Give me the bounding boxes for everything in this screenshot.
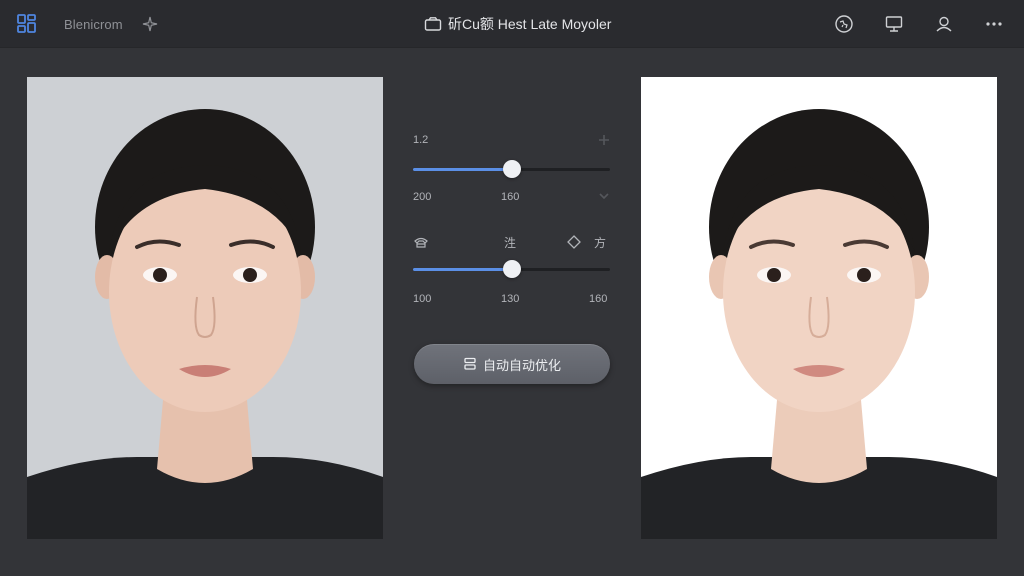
- top-bar: Blenicrom 斫Cu额 Hest Late Moyoler: [0, 0, 1024, 48]
- chevron-down-icon[interactable]: [596, 188, 612, 204]
- row2-mid-label: 泩: [504, 236, 517, 250]
- auto-optimize-label: 自动自动优化: [482, 358, 561, 374]
- monitor-icon[interactable]: [882, 12, 906, 36]
- slider1-mid-label: 160: [501, 191, 520, 203]
- stack-icon: [463, 357, 477, 371]
- plus-icon[interactable]: [596, 132, 612, 148]
- adjustment-panel: 1.2 200 160 泩 方 100 130 160 自动自动优化: [400, 96, 624, 396]
- slider-2-thumb[interactable]: [502, 260, 521, 278]
- slider2-min-label: 100: [413, 293, 432, 305]
- user-icon[interactable]: [932, 12, 956, 36]
- globe-icon[interactable]: [832, 12, 856, 36]
- auto-optimize-button[interactable]: 自动自动优化: [414, 344, 610, 384]
- slider-2-fill: [413, 268, 512, 271]
- slider2-mid-label: 130: [501, 293, 520, 305]
- slider2-max-label: 160: [589, 293, 608, 305]
- diamond-icon[interactable]: [566, 234, 582, 250]
- slider-1-fill: [413, 168, 512, 171]
- more-icon[interactable]: [982, 12, 1006, 36]
- slider-1[interactable]: [413, 160, 610, 178]
- phone-icon[interactable]: [413, 234, 429, 250]
- original-photo: [27, 77, 383, 539]
- slider1-min-label: 200: [413, 191, 432, 203]
- slider-1-thumb[interactable]: [502, 160, 521, 178]
- result-photo: [641, 77, 997, 539]
- row2-right-label: 方: [594, 236, 607, 250]
- slider1-top-label: 1.2: [413, 134, 429, 146]
- top-bar-right: [0, 12, 1024, 36]
- slider-2[interactable]: [413, 260, 610, 278]
